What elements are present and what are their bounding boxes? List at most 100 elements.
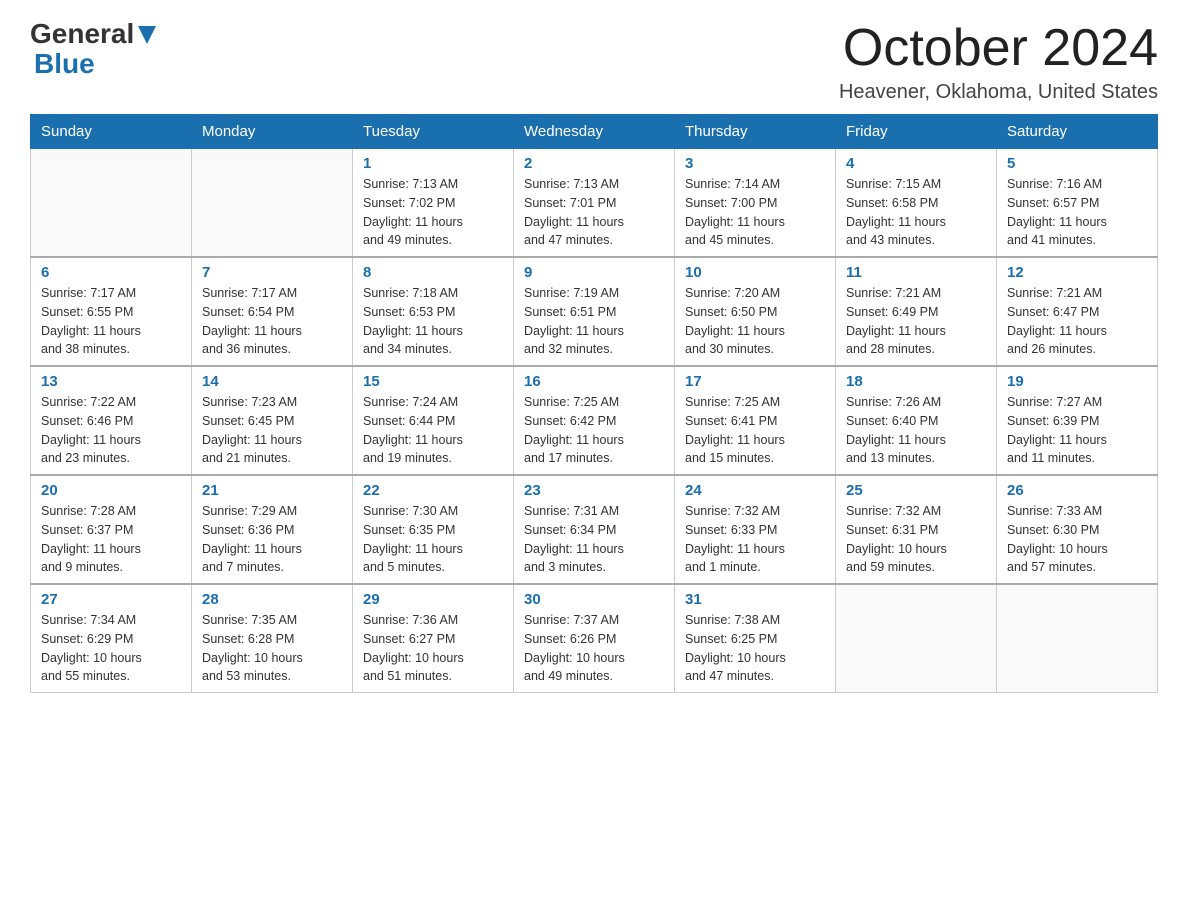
day-number: 9 [524,264,664,281]
day-number: 4 [846,155,986,172]
calendar-cell: 10 Sunrise: 7:20 AM Sunset: 6:50 PM Dayli… [675,257,836,366]
calendar-cell: 28 Sunrise: 7:35 AM Sunset: 6:28 PM Dayli… [192,584,353,693]
calendar-cell: 30 Sunrise: 7:37 AM Sunset: 6:26 PM Dayli… [514,584,675,693]
calendar-cell: 24 Sunrise: 7:32 AM Sunset: 6:33 PM Dayli… [675,475,836,584]
calendar-cell: 5Sunrise: 7:16 AM Sunset: 6:57 PM Daylig… [997,149,1158,258]
day-number: 7 [202,264,342,281]
calendar-cell: 21Sunrise: 7:29 AM Sunset: 6:36 PM Dayli… [192,475,353,584]
day-info: Sunrise: 7:27 AM Sunset: 6:39 PM Dayligh… [1007,393,1147,468]
calendar-cell: 29 Sunrise: 7:36 AM Sunset: 6:27 PM Dayli… [353,584,514,693]
day-number: 29 [363,591,503,608]
day-number: 30 [524,591,664,608]
calendar-cell: 6Sunrise: 7:17 AM Sunset: 6:55 PM Daylig… [31,257,192,366]
calendar-cell: 18 Sunrise: 7:26 AM Sunset: 6:40 PM Dayli… [836,366,997,475]
col-tuesday: Tuesday [353,115,514,149]
day-number: 17 [685,373,825,390]
calendar-cell: 26 Sunrise: 7:33 AM Sunset: 6:30 PM Dayli… [997,475,1158,584]
calendar-cell: 3 Sunrise: 7:14 AM Sunset: 7:00 PM Daylig… [675,149,836,258]
calendar-week-row: 27Sunrise: 7:34 AM Sunset: 6:29 PM Dayli… [31,584,1158,693]
day-info: Sunrise: 7:19 AM Sunset: 6:51 PM Dayligh… [524,284,664,359]
day-number: 11 [846,264,986,281]
day-info: Sunrise: 7:13 AM Sunset: 7:02 PM Dayligh… [363,175,503,250]
day-info: Sunrise: 7:16 AM Sunset: 6:57 PM Dayligh… [1007,175,1147,250]
calendar-cell [836,584,997,693]
col-thursday: Thursday [675,115,836,149]
col-saturday: Saturday [997,115,1158,149]
day-number: 28 [202,591,342,608]
calendar-cell: 9 Sunrise: 7:19 AM Sunset: 6:51 PM Daylig… [514,257,675,366]
calendar-cell: 13 Sunrise: 7:22 AM Sunset: 6:46 PM Dayli… [31,366,192,475]
col-monday: Monday [192,115,353,149]
page-header: General Blue October 2024 Heavener, Okla… [30,20,1158,104]
day-info: Sunrise: 7:28 AM Sunset: 6:37 PM Dayligh… [41,502,181,577]
day-info: Sunrise: 7:15 AM Sunset: 6:58 PM Dayligh… [846,175,986,250]
day-info: Sunrise: 7:22 AM Sunset: 6:46 PM Dayligh… [41,393,181,468]
day-number: 31 [685,591,825,608]
day-number: 2 [524,155,664,172]
day-info: Sunrise: 7:35 AM Sunset: 6:28 PM Dayligh… [202,611,342,686]
day-info: Sunrise: 7:21 AM Sunset: 6:47 PM Dayligh… [1007,284,1147,359]
day-number: 12 [1007,264,1147,281]
day-info: Sunrise: 7:30 AM Sunset: 6:35 PM Dayligh… [363,502,503,577]
calendar-header-row: Sunday Monday Tuesday Wednesday Thursday… [31,115,1158,149]
logo-general-text: General [30,20,134,48]
calendar-cell: 7 Sunrise: 7:17 AM Sunset: 6:54 PM Daylig… [192,257,353,366]
calendar-cell [31,149,192,258]
day-info: Sunrise: 7:37 AM Sunset: 6:26 PM Dayligh… [524,611,664,686]
calendar-cell: 20 Sunrise: 7:28 AM Sunset: 6:37 PM Dayli… [31,475,192,584]
calendar-cell [997,584,1158,693]
calendar-cell: 8 Sunrise: 7:18 AM Sunset: 6:53 PM Daylig… [353,257,514,366]
calendar-cell: 25Sunrise: 7:32 AM Sunset: 6:31 PM Dayli… [836,475,997,584]
calendar-cell: 4 Sunrise: 7:15 AM Sunset: 6:58 PM Daylig… [836,149,997,258]
day-info: Sunrise: 7:26 AM Sunset: 6:40 PM Dayligh… [846,393,986,468]
day-number: 1 [363,155,503,172]
calendar-cell: 17 Sunrise: 7:25 AM Sunset: 6:41 PM Dayli… [675,366,836,475]
day-number: 24 [685,482,825,499]
day-info: Sunrise: 7:17 AM Sunset: 6:54 PM Dayligh… [202,284,342,359]
day-info: Sunrise: 7:24 AM Sunset: 6:44 PM Dayligh… [363,393,503,468]
day-number: 26 [1007,482,1147,499]
day-number: 15 [363,373,503,390]
calendar-week-row: 13 Sunrise: 7:22 AM Sunset: 6:46 PM Dayli… [31,366,1158,475]
calendar-week-row: 6Sunrise: 7:17 AM Sunset: 6:55 PM Daylig… [31,257,1158,366]
location-text: Heavener, Oklahoma, United States [839,81,1158,104]
day-info: Sunrise: 7:31 AM Sunset: 6:34 PM Dayligh… [524,502,664,577]
logo-arrow-icon [136,24,158,46]
day-info: Sunrise: 7:14 AM Sunset: 7:00 PM Dayligh… [685,175,825,250]
col-friday: Friday [836,115,997,149]
day-info: Sunrise: 7:21 AM Sunset: 6:49 PM Dayligh… [846,284,986,359]
day-info: Sunrise: 7:20 AM Sunset: 6:50 PM Dayligh… [685,284,825,359]
day-number: 3 [685,155,825,172]
day-number: 18 [846,373,986,390]
calendar-cell: 11 Sunrise: 7:21 AM Sunset: 6:49 PM Dayli… [836,257,997,366]
day-number: 23 [524,482,664,499]
day-number: 8 [363,264,503,281]
day-number: 10 [685,264,825,281]
day-info: Sunrise: 7:32 AM Sunset: 6:33 PM Dayligh… [685,502,825,577]
day-info: Sunrise: 7:36 AM Sunset: 6:27 PM Dayligh… [363,611,503,686]
day-info: Sunrise: 7:25 AM Sunset: 6:41 PM Dayligh… [685,393,825,468]
col-sunday: Sunday [31,115,192,149]
calendar-cell: 12 Sunrise: 7:21 AM Sunset: 6:47 PM Dayli… [997,257,1158,366]
day-number: 20 [41,482,181,499]
day-info: Sunrise: 7:38 AM Sunset: 6:25 PM Dayligh… [685,611,825,686]
calendar-cell: 27Sunrise: 7:34 AM Sunset: 6:29 PM Dayli… [31,584,192,693]
calendar-cell: 1 Sunrise: 7:13 AM Sunset: 7:02 PM Daylig… [353,149,514,258]
calendar-cell: 15 Sunrise: 7:24 AM Sunset: 6:44 PM Dayli… [353,366,514,475]
title-section: October 2024 Heavener, Oklahoma, United … [839,20,1158,104]
day-number: 21 [202,482,342,499]
calendar-cell: 2 Sunrise: 7:13 AM Sunset: 7:01 PM Daylig… [514,149,675,258]
day-info: Sunrise: 7:25 AM Sunset: 6:42 PM Dayligh… [524,393,664,468]
day-info: Sunrise: 7:33 AM Sunset: 6:30 PM Dayligh… [1007,502,1147,577]
calendar-table: Sunday Monday Tuesday Wednesday Thursday… [30,114,1158,693]
day-number: 13 [41,373,181,390]
day-number: 22 [363,482,503,499]
day-number: 14 [202,373,342,390]
day-info: Sunrise: 7:18 AM Sunset: 6:53 PM Dayligh… [363,284,503,359]
calendar-week-row: 1 Sunrise: 7:13 AM Sunset: 7:02 PM Daylig… [31,149,1158,258]
calendar-cell: 19Sunrise: 7:27 AM Sunset: 6:39 PM Dayli… [997,366,1158,475]
day-info: Sunrise: 7:13 AM Sunset: 7:01 PM Dayligh… [524,175,664,250]
day-info: Sunrise: 7:23 AM Sunset: 6:45 PM Dayligh… [202,393,342,468]
day-number: 6 [41,264,181,281]
logo-blue-text: Blue [34,48,95,79]
